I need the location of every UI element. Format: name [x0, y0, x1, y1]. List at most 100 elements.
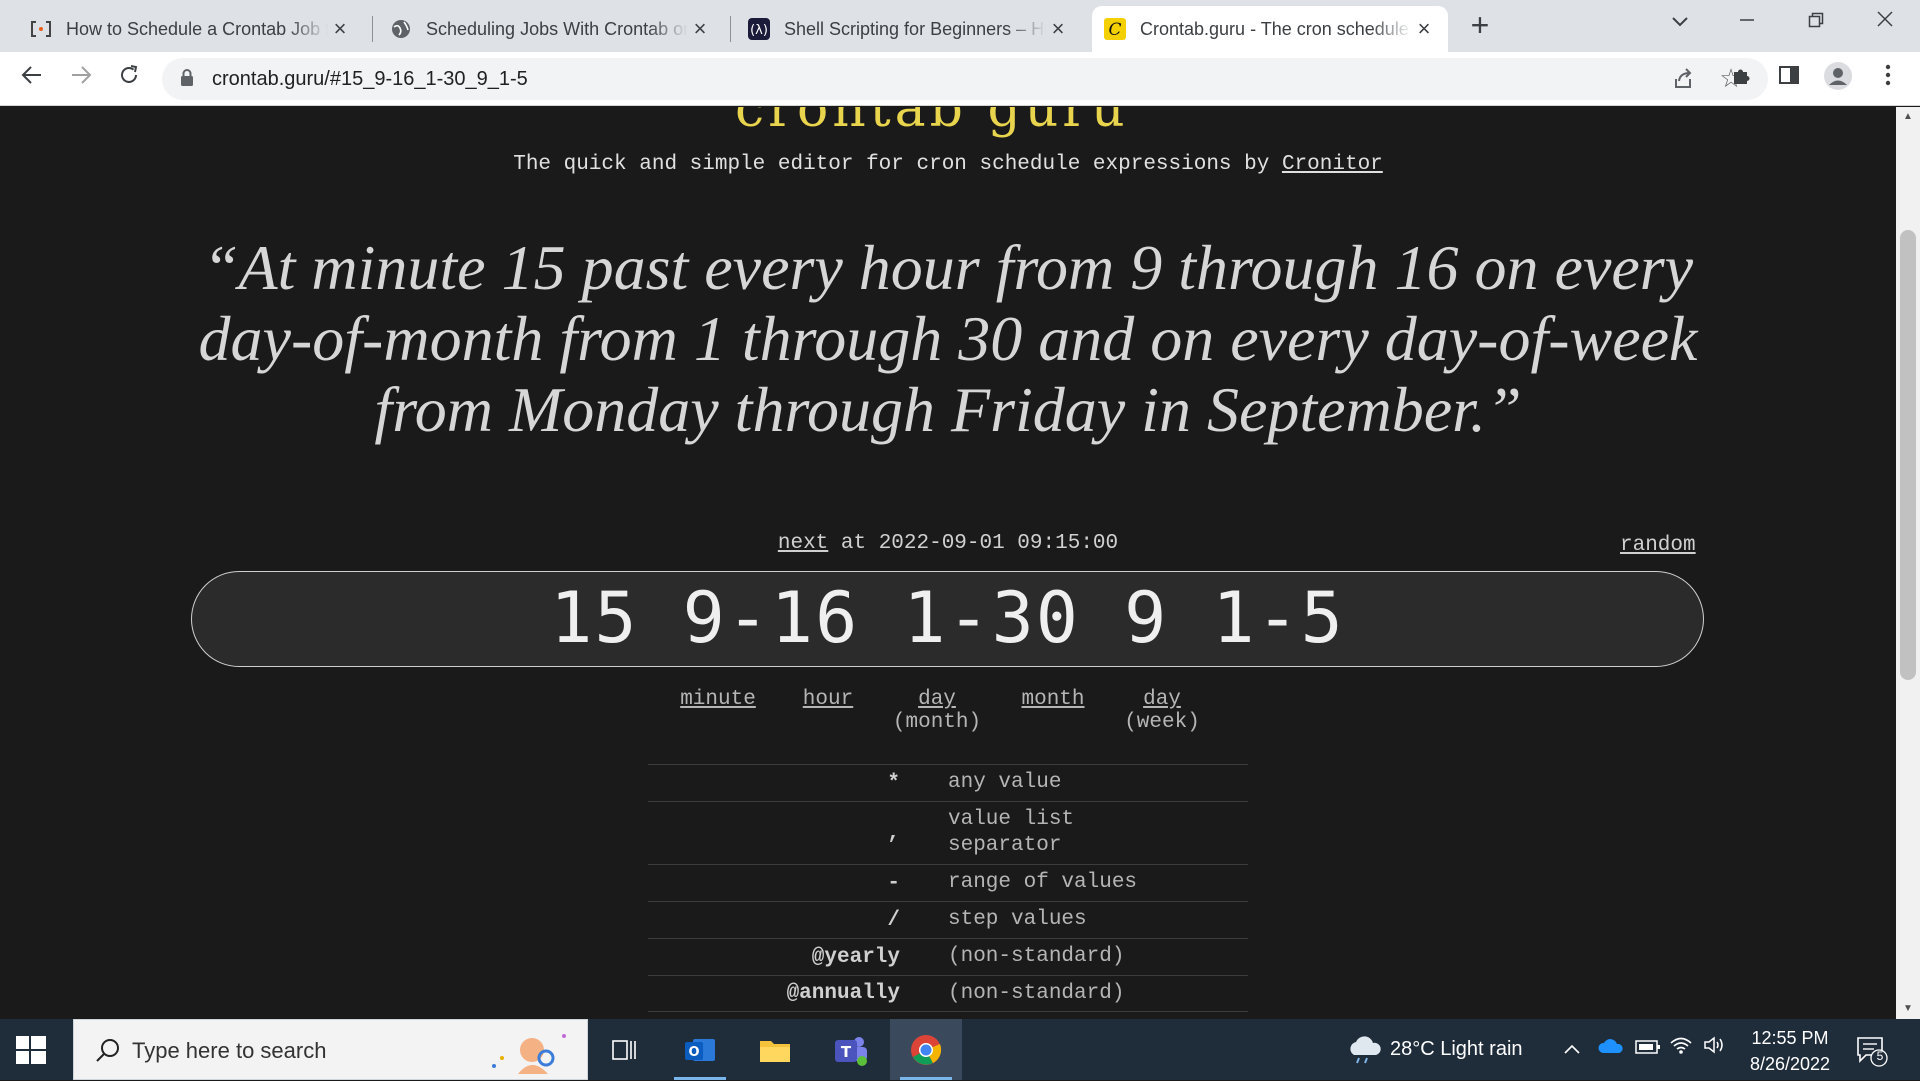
tab-shell-scripting-beginners[interactable]: (λ) Shell Scripting for Beginners – Ho × [736, 6, 1082, 52]
system-clock[interactable]: 12:55 PM 8/26/2022 [1735, 1025, 1845, 1077]
svg-text:C: C [1108, 20, 1121, 40]
tab-title: How to Schedule a Crontab Job f [66, 18, 328, 39]
windows-taskbar: Type here to search O T 28°C Light rain [0, 1019, 1920, 1080]
tab-title: Crontab.guru - The cron schedule [1140, 18, 1409, 39]
close-tab-icon[interactable]: × [1412, 17, 1436, 41]
field-minute[interactable]: minute [668, 688, 768, 711]
back-arrow-icon[interactable] [14, 61, 50, 97]
url-text[interactable]: crontab.guru/#15_9-16_1-30_9_1-5 [212, 58, 528, 100]
legend-symbol: @annually [786, 982, 900, 1005]
side-panel-icon[interactable] [1771, 61, 1807, 97]
lock-icon[interactable] [180, 69, 194, 87]
scroll-down-arrow-icon[interactable]: ▼ [1896, 999, 1920, 1019]
tab-title: Scheduling Jobs With Crontab on [426, 18, 688, 39]
legend-description: (non-standard) [948, 945, 1125, 968]
close-tab-icon[interactable]: × [328, 17, 352, 41]
field-month[interactable]: month [1008, 688, 1098, 711]
field-label[interactable]: hour [788, 688, 868, 711]
tab-search-chevron-icon[interactable] [1650, 0, 1710, 44]
share-icon[interactable] [1666, 62, 1700, 96]
legend-description: (non-standard) [948, 981, 1125, 1005]
address-bar[interactable]: crontab.guru/#15_9-16_1-30_9_1-5 ☆ [162, 58, 1768, 100]
next-link[interactable]: next [778, 532, 828, 555]
lambda-icon: (λ) [748, 18, 770, 40]
chrome-menu-icon[interactable] [1870, 61, 1906, 97]
legend-symbol: @yearly [811, 945, 900, 969]
tab-separator [730, 16, 731, 42]
tab-strip: How to Schedule a Crontab Job f × Schedu… [0, 0, 1920, 52]
battery-icon[interactable] [1635, 1019, 1661, 1080]
field-label[interactable]: day [882, 688, 992, 711]
legend-row: @yearly (non-standard) [648, 938, 1248, 975]
search-icon [96, 1039, 119, 1062]
cronitor-link[interactable]: Cronitor [1282, 153, 1383, 176]
extensions-puzzle-icon[interactable] [1724, 61, 1760, 97]
field-label[interactable]: day [1112, 688, 1212, 711]
wifi-icon[interactable] [1669, 1019, 1693, 1080]
clock-date: 8/26/2022 [1749, 1054, 1831, 1074]
minimize-icon[interactable] [1717, 0, 1777, 44]
legend-row: - range of values [648, 864, 1248, 901]
search-highlight-illustration-icon[interactable] [484, 1028, 574, 1074]
chrome-app-icon[interactable] [890, 1019, 962, 1080]
scroll-up-arrow-icon[interactable]: ▲ [1896, 107, 1920, 127]
next-run: next at 2022-09-01 09:15:00 [0, 532, 1896, 555]
tab-separator [372, 16, 373, 42]
profile-avatar-icon[interactable] [1820, 61, 1856, 97]
weather-text: 28°C Light rain [1390, 1038, 1523, 1060]
reload-icon[interactable] [111, 61, 147, 97]
windows-start-icon[interactable] [15, 1034, 47, 1066]
cron-expression-input[interactable]: 15 9-16 1-30 9 1-5 [191, 571, 1704, 667]
close-tab-icon[interactable]: × [1046, 17, 1070, 41]
browser-toolbar: crontab.guru/#15_9-16_1-30_9_1-5 ☆ [0, 52, 1920, 106]
tab-how-to-schedule-crontab[interactable]: How to Schedule a Crontab Job f × [18, 6, 364, 52]
legend-description: any value [948, 771, 1062, 794]
scrollbar-thumb[interactable] [1900, 230, 1916, 680]
onedrive-cloud-icon[interactable] [1598, 1019, 1624, 1080]
field-day-of-week[interactable]: day (week) [1112, 688, 1212, 734]
legend-description: range of values [948, 871, 1138, 894]
legend-row: / step values [648, 901, 1248, 938]
legend-row: , value list separator [648, 801, 1248, 864]
tagline-text: The quick and simple editor for cron sch… [513, 153, 1282, 176]
close-tab-icon[interactable]: × [688, 17, 712, 41]
syntax-legend-table: * any value , value list separator - ran… [648, 764, 1248, 1012]
forward-arrow-icon[interactable] [63, 61, 99, 97]
tab-crontab-guru[interactable]: C Crontab.guru - The cron schedule × [1092, 6, 1448, 52]
task-view-icon[interactable] [588, 1019, 660, 1080]
field-label[interactable]: minute [668, 688, 768, 711]
file-explorer-icon[interactable] [739, 1019, 811, 1080]
clock-time: 12:55 PM [1751, 1028, 1829, 1048]
crontab-bracket-icon [30, 18, 52, 40]
outlook-app-icon[interactable]: O [664, 1019, 736, 1080]
tab-scheduling-jobs-crontab[interactable]: Scheduling Jobs With Crontab on × [378, 6, 724, 52]
legend-description: value list separator [948, 808, 1075, 857]
crontab-guru-icon: C [1104, 18, 1126, 40]
cloud-rain-icon [1350, 1036, 1381, 1064]
svg-text:T: T [841, 1043, 852, 1061]
restore-icon[interactable] [1786, 0, 1846, 44]
weather-widget[interactable]: 28°C Light rain [1346, 1019, 1523, 1080]
legend-symbol: * [887, 771, 900, 795]
taskbar-search-box[interactable]: Type here to search [73, 1019, 588, 1080]
random-link[interactable]: random [1620, 534, 1696, 557]
close-window-icon[interactable] [1855, 0, 1915, 44]
search-placeholder: Type here to search [132, 1038, 327, 1063]
crontab-guru-page: crontab guru The quick and simple editor… [0, 107, 1896, 1019]
page-scrollbar[interactable]: ▲ ▼ [1896, 107, 1920, 1019]
legend-symbol: - [887, 871, 900, 895]
field-hour[interactable]: hour [788, 688, 868, 711]
next-run-time: at 2022-09-01 09:15:00 [828, 532, 1119, 555]
teams-app-icon[interactable]: T [815, 1019, 887, 1080]
tab-title: Shell Scripting for Beginners – Ho [784, 18, 1046, 39]
field-label[interactable]: month [1008, 688, 1098, 711]
field-sublabel: (month) [892, 711, 982, 734]
legend-row: * any value [648, 764, 1248, 801]
notification-center-icon[interactable]: 5 [1854, 1033, 1888, 1067]
field-day-of-month[interactable]: day (month) [882, 688, 992, 734]
site-logo[interactable]: crontab guru [735, 107, 1129, 139]
svg-text:O: O [688, 1045, 699, 1060]
new-tab-button[interactable]: + [1465, 8, 1495, 42]
show-hidden-icons-chevron-icon[interactable] [1563, 1019, 1581, 1080]
volume-icon[interactable] [1703, 1019, 1727, 1080]
